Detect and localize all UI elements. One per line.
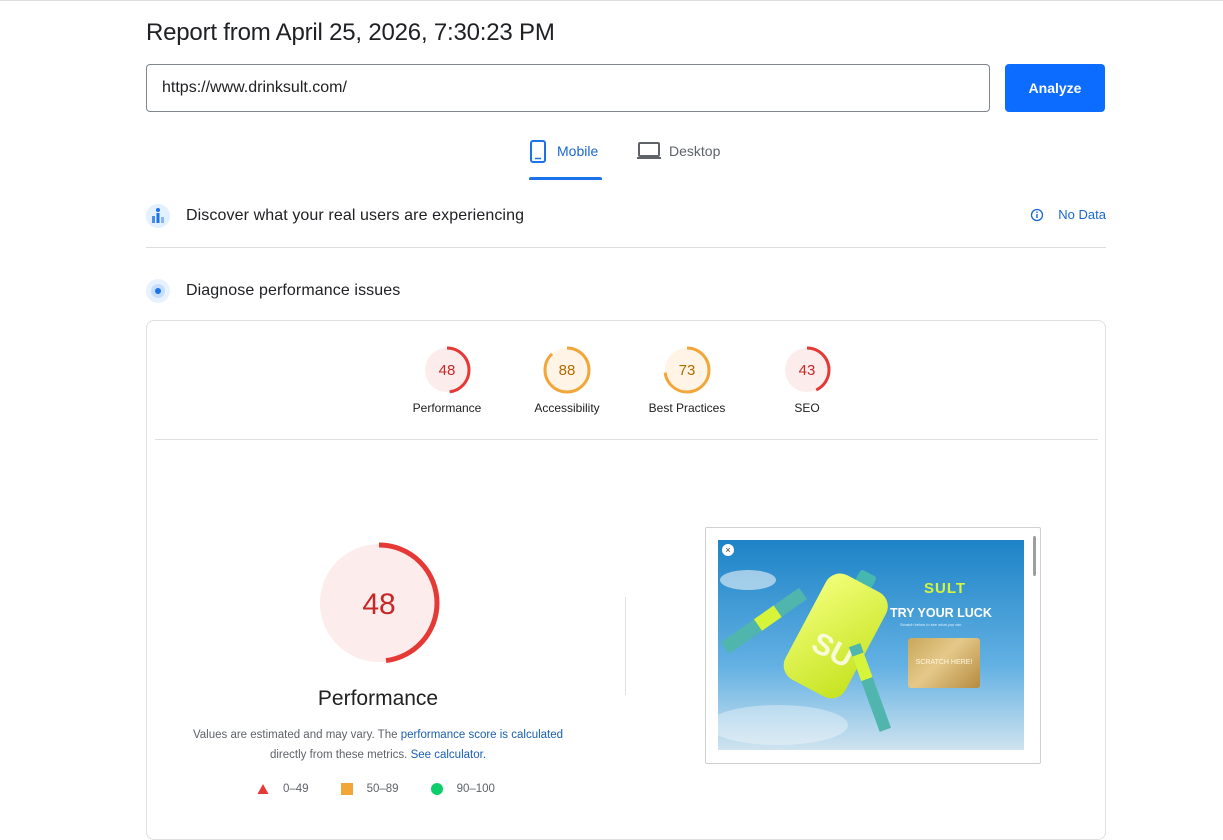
- active-tab-indicator: [529, 177, 602, 180]
- gauge-performance[interactable]: 48 Performance: [387, 345, 507, 415]
- note-prefix: Values are estimated and may vary. The: [192, 729, 401, 741]
- diagnose-section-header: Diagnose performance issues: [146, 279, 1106, 303]
- legend-average: 50–89: [340, 783, 399, 795]
- promo-headline: TRY YOUR LUCK: [890, 606, 992, 620]
- triangle-icon: [257, 784, 269, 794]
- square-icon: [340, 783, 353, 795]
- tab-desktop[interactable]: Desktop: [637, 140, 737, 180]
- page-screenshot-frame: SU × SULT TRY YOUR LUCK Scratch below to…: [705, 527, 1041, 764]
- score-ring: 73: [663, 346, 711, 394]
- top-border: [0, 0, 1223, 1]
- gauge-label: Best Practices: [648, 401, 726, 415]
- circle-icon: [430, 783, 443, 795]
- gauge-label: Accessibility: [534, 401, 600, 415]
- promo-subline: Scratch below to see what you win: [900, 622, 962, 627]
- users-chart-icon: [146, 204, 170, 228]
- legend-fail: 0–49: [257, 783, 309, 795]
- screenshot-scrollbar[interactable]: [1033, 536, 1036, 576]
- gauges-divider: [155, 439, 1098, 440]
- score-calculated-link[interactable]: performance score is calculated: [401, 729, 563, 741]
- legend-range: 50–89: [366, 783, 399, 795]
- gauge-label: SEO: [794, 401, 820, 415]
- popup-close-icon[interactable]: ×: [722, 544, 734, 556]
- laptop-icon: [637, 140, 661, 162]
- score-legend: 0–49 50–89 90–100: [257, 783, 527, 795]
- score-ring: 88: [543, 346, 591, 394]
- page-screenshot: SU × SULT TRY YOUR LUCK Scratch below to…: [718, 540, 1024, 750]
- info-icon: [1030, 208, 1044, 222]
- scratch-card[interactable]: SCRATCH HERE!: [908, 638, 980, 688]
- diagnose-icon: [146, 279, 170, 303]
- analyze-button[interactable]: Analyze: [1005, 64, 1105, 112]
- score-ring: 48: [423, 346, 471, 394]
- brand-logo: SULT: [924, 580, 967, 597]
- performance-big-gauge: 48: [317, 541, 441, 670]
- tab-mobile-label: Mobile: [557, 143, 599, 159]
- crux-title: Discover what your real users are experi…: [186, 207, 525, 224]
- vertical-separator: [625, 597, 626, 695]
- note-mid: directly from these metrics.: [269, 749, 408, 761]
- smartphone-icon: [529, 140, 549, 163]
- legend-range: 0–49: [283, 783, 309, 795]
- big-score: 48: [362, 588, 395, 621]
- performance-note: Values are estimated and may vary. The p…: [167, 725, 589, 765]
- gauge-score: 48: [439, 362, 456, 379]
- gauge-score: 73: [679, 362, 696, 379]
- performance-title: Performance: [317, 687, 439, 710]
- report-title: Report from April 25, 2026, 7:30:23 PM: [146, 19, 555, 46]
- tab-mobile[interactable]: Mobile: [529, 140, 602, 180]
- gauge-best-practices[interactable]: 73 Best Practices: [627, 345, 747, 415]
- legend-pass: 90–100: [430, 783, 495, 795]
- gauge-seo[interactable]: 43 SEO: [747, 345, 867, 415]
- gauge-accessibility[interactable]: 88 Accessibility: [507, 345, 627, 415]
- gauge-label: Performance: [412, 401, 482, 415]
- no-data-label: No Data: [1058, 207, 1106, 222]
- big-score-ring: 48: [318, 542, 440, 664]
- see-calculator-link[interactable]: See calculator.: [411, 749, 486, 761]
- legend-range: 90–100: [456, 783, 495, 795]
- tab-desktop-label: Desktop: [669, 143, 721, 159]
- url-input[interactable]: [146, 64, 990, 112]
- crux-section-header: Discover what your real users are experi…: [146, 204, 1106, 228]
- diagnose-title: Diagnose performance issues: [186, 282, 401, 299]
- gauge-score: 43: [799, 362, 816, 379]
- section-divider: [146, 247, 1106, 248]
- score-ring: 43: [783, 346, 831, 394]
- lighthouse-report-card: 48 Performance 88 Accessibility 73 Best …: [146, 320, 1106, 840]
- gauge-score: 88: [559, 362, 576, 379]
- no-data-link[interactable]: No Data: [1030, 207, 1106, 222]
